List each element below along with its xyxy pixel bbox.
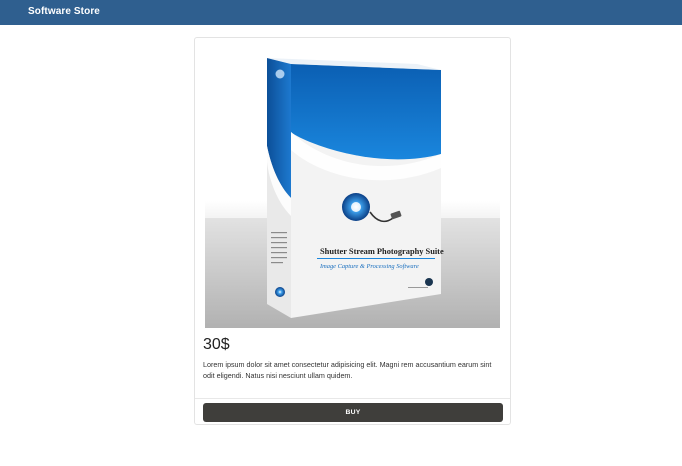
product-card: Shutter Stream Photography Suite Image C…	[194, 37, 511, 425]
top-navbar: Software Store	[0, 0, 682, 25]
buy-button[interactable]: BUY	[203, 403, 503, 422]
brand-link[interactable]: Software Store	[28, 6, 100, 17]
box-title-text: Shutter Stream Photography Suite	[320, 247, 444, 256]
product-description: Lorem ipsum dolor sit amet consectetur a…	[203, 360, 492, 380]
product-image: Shutter Stream Photography Suite Image C…	[205, 46, 500, 328]
software-box-illustration: Shutter Stream Photography Suite Image C…	[205, 46, 500, 328]
product-price: 30$	[203, 336, 230, 353]
card-divider	[195, 398, 510, 399]
box-subtitle-text: Image Capture & Processing Software	[319, 263, 419, 270]
